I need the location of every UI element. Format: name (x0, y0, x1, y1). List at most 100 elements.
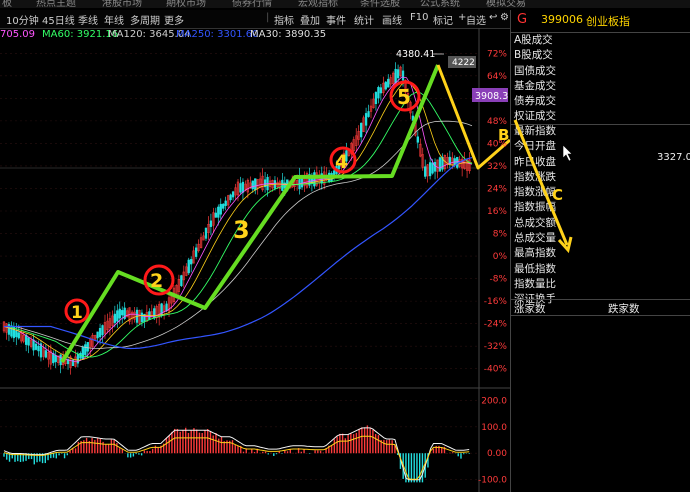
list-item: 指数量比 (514, 277, 556, 290)
candle-body (224, 200, 227, 206)
market-marker: G (517, 12, 528, 27)
near-high-label: 4222 (452, 58, 475, 68)
candle-body (239, 183, 242, 193)
decliners-label: 跌家数 (608, 303, 640, 315)
panel-divider (511, 315, 690, 316)
candle-body (76, 353, 80, 364)
price-axis-tick: 0% (493, 252, 508, 262)
price-axis-tick: 72% (487, 49, 507, 59)
price-axis-tick: -8% (489, 275, 507, 285)
list-item: B股成交 (514, 49, 553, 62)
candle-body (229, 194, 232, 201)
candle-body (374, 92, 378, 105)
chart-grid (0, 28, 510, 492)
candle-body (222, 203, 225, 209)
price-axis-tick: 32% (487, 162, 507, 172)
price-axis-tick: 48% (487, 117, 507, 127)
candle-body (379, 87, 383, 94)
index-stats-list: 最新指数 今日开盘 昨日收盘 指数涨跌 指数涨幅 指数振幅 总成交额 总成交量 … (514, 124, 556, 308)
kline-chart[interactable]: 72%64%56%48%40%32%24%16%8%0%-8%-16%-24%-… (0, 0, 510, 492)
advancers-label: 涨家数 (514, 303, 546, 315)
indicator-axis: 200.0 100.0 0.00 -100.0 (478, 396, 507, 485)
wave-number: 4 (335, 151, 348, 173)
list-item: 昨日收盘 (514, 155, 556, 168)
price-axis-tick: 64% (487, 72, 507, 82)
candle-body (209, 220, 213, 227)
candle-body (456, 156, 459, 168)
indicator-line-slow (3, 435, 470, 480)
candle-body (401, 70, 405, 81)
candle-body (17, 332, 20, 339)
current-price-label: 3908.3 (475, 91, 508, 102)
high-price-label: 4380.41 (396, 49, 435, 60)
candle-body (396, 69, 400, 79)
list-item: 最高指数 (514, 247, 556, 260)
candle-body (367, 111, 370, 117)
volume-list: A股成交 B股成交 国债成交 基金成交 债券成交 权证成交 (514, 33, 556, 125)
candle-body (54, 355, 57, 363)
candle-body (101, 325, 104, 336)
price-axis-tick: 40% (487, 139, 507, 149)
candle-body (394, 68, 397, 84)
candle-body (416, 136, 419, 143)
candle-body (281, 179, 284, 191)
list-item: 基金成交 (514, 79, 556, 92)
list-item: 今日开盘 (514, 140, 556, 153)
wave-number: 5 (397, 85, 411, 109)
wave-number: 1 (71, 303, 83, 323)
list-item: A股成交 (514, 34, 553, 46)
price-axis-tick: -40% (484, 365, 508, 375)
price-axis-tick: -24% (484, 320, 508, 330)
candle-body (251, 180, 254, 190)
candle-body (96, 331, 99, 339)
candle-body (217, 206, 220, 218)
candle-body (424, 166, 427, 177)
index-code[interactable]: 399006 (541, 13, 583, 26)
list-item: 债券成交 (514, 95, 556, 108)
candle-body (428, 162, 432, 177)
candle-body (116, 310, 119, 322)
candle-body (15, 330, 18, 338)
candle-body (190, 259, 193, 265)
indicator-axis-tick: 0.00 (487, 449, 507, 459)
candle-body (44, 350, 48, 358)
list-item: 总成交量 (514, 232, 556, 245)
candle-body (219, 203, 222, 215)
price-axis-tick: -32% (484, 342, 508, 352)
candle-body (98, 328, 102, 338)
candle-body (140, 312, 144, 323)
candle-body (241, 181, 245, 193)
index-name[interactable]: 创业板指 (586, 13, 630, 29)
candle-body (194, 247, 198, 257)
list-item: 国债成交 (514, 64, 556, 77)
quote-panel-title: G 399006 创业板指 (511, 10, 690, 33)
list-item: 指数振幅 (514, 201, 556, 214)
candle-body (180, 275, 183, 287)
wave-number: 2 (150, 270, 163, 292)
candle-body (118, 308, 121, 319)
candle-body (25, 334, 28, 345)
candle-body (32, 339, 35, 351)
candle-body (81, 346, 84, 359)
list-item: 最新指数 (514, 125, 556, 137)
candle-body (187, 259, 190, 274)
candle-body (364, 113, 368, 126)
candle-body (34, 343, 38, 350)
candle-body (231, 191, 235, 198)
price-axis-tick: 8% (493, 230, 508, 240)
candle-body (160, 303, 163, 317)
candle-body (313, 172, 316, 187)
candle-body (377, 87, 380, 99)
list-item: 指数涨幅 (514, 186, 556, 199)
list-item: 最低指数 (514, 262, 556, 275)
candle-body (204, 227, 208, 239)
price-axis-tick: 16% (487, 207, 507, 217)
candle-body (86, 342, 89, 352)
candle-body (37, 345, 40, 352)
panel-divider (511, 299, 690, 300)
candle-body (384, 81, 387, 90)
candle-body (254, 178, 257, 191)
candle-body (387, 78, 390, 88)
price-axis-tick: 24% (487, 184, 507, 194)
list-item: 权证成交 (514, 110, 556, 123)
